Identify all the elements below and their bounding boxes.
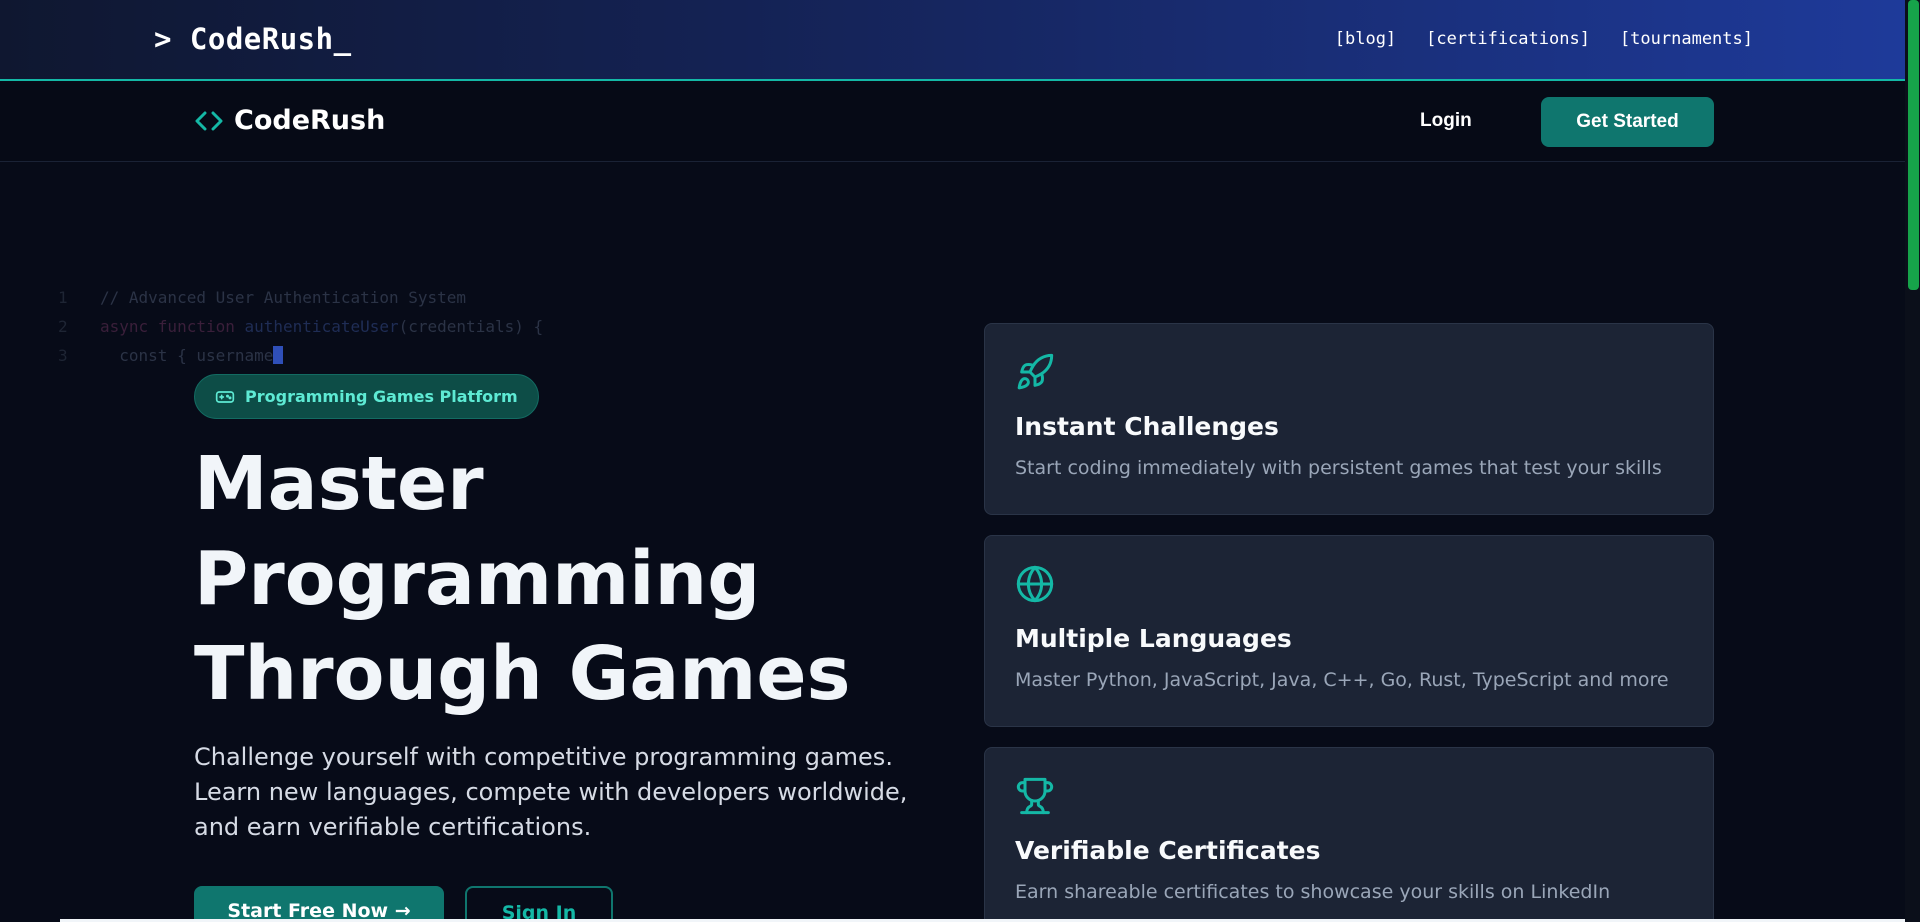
feature-card: Instant Challenges Start coding immediat… [984,323,1714,515]
hero-subtext: Challenge yourself with competitive prog… [194,743,908,841]
badge-label: Programming Games Platform [245,387,518,406]
login-button[interactable]: Login [1420,110,1472,132]
get-started-button[interactable]: Get Started [1541,97,1714,147]
platform-badge: Programming Games Platform [194,374,539,419]
sign-in-button[interactable]: Sign In [465,886,613,922]
feature-card: Multiple Languages Master Python, JavaSc… [984,535,1714,727]
certifications-link[interactable]: [certifications] [1426,29,1590,49]
code-line: 3 const { username [58,341,543,370]
feature-title: Multiple Languages [1015,624,1292,653]
feature-desc: Earn shareable certificates to showcase … [1015,881,1611,903]
blog-link[interactable]: [blog] [1335,29,1396,49]
code-line: 1// Advanced User Authentication System [58,288,467,307]
rocket-icon [1017,353,1054,390]
tournaments-link[interactable]: [tournaments] [1620,29,1753,49]
top-brand[interactable]: > CodeRush_ [154,22,352,56]
code-background: 1// Advanced User Authentication System … [58,283,543,370]
top-links: [blog] [certifications] [tournaments] [1335,29,1753,49]
hero-headline: Master Programming Through Games [194,441,851,717]
top-bar: > CodeRush_ [blog] [certifications] [tou… [0,0,1905,81]
scrollbar-thumb[interactable] [1908,0,1919,290]
start-free-button[interactable]: Start Free Now → [194,886,444,922]
code-brackets-icon [195,111,223,130]
code-line: 2 async function authenticateUser(credent… [58,317,544,336]
logo-text: CodeRush [234,105,386,136]
gamepad-icon [215,390,235,403]
trophy-icon [1016,777,1054,815]
text-cursor [273,346,284,364]
nav-bar: CodeRush Login Get Started [0,82,1905,162]
feature-desc: Start coding immediately with persistent… [1015,457,1662,479]
site-logo[interactable]: CodeRush [194,105,385,136]
feature-title: Verifiable Certificates [1015,836,1321,865]
feature-desc: Master Python, JavaScript, Java, C++, Go… [1015,669,1669,691]
feature-card: Verifiable Certificates Earn shareable c… [984,747,1714,922]
feature-title: Instant Challenges [1015,412,1279,441]
globe-icon [1016,565,1054,603]
